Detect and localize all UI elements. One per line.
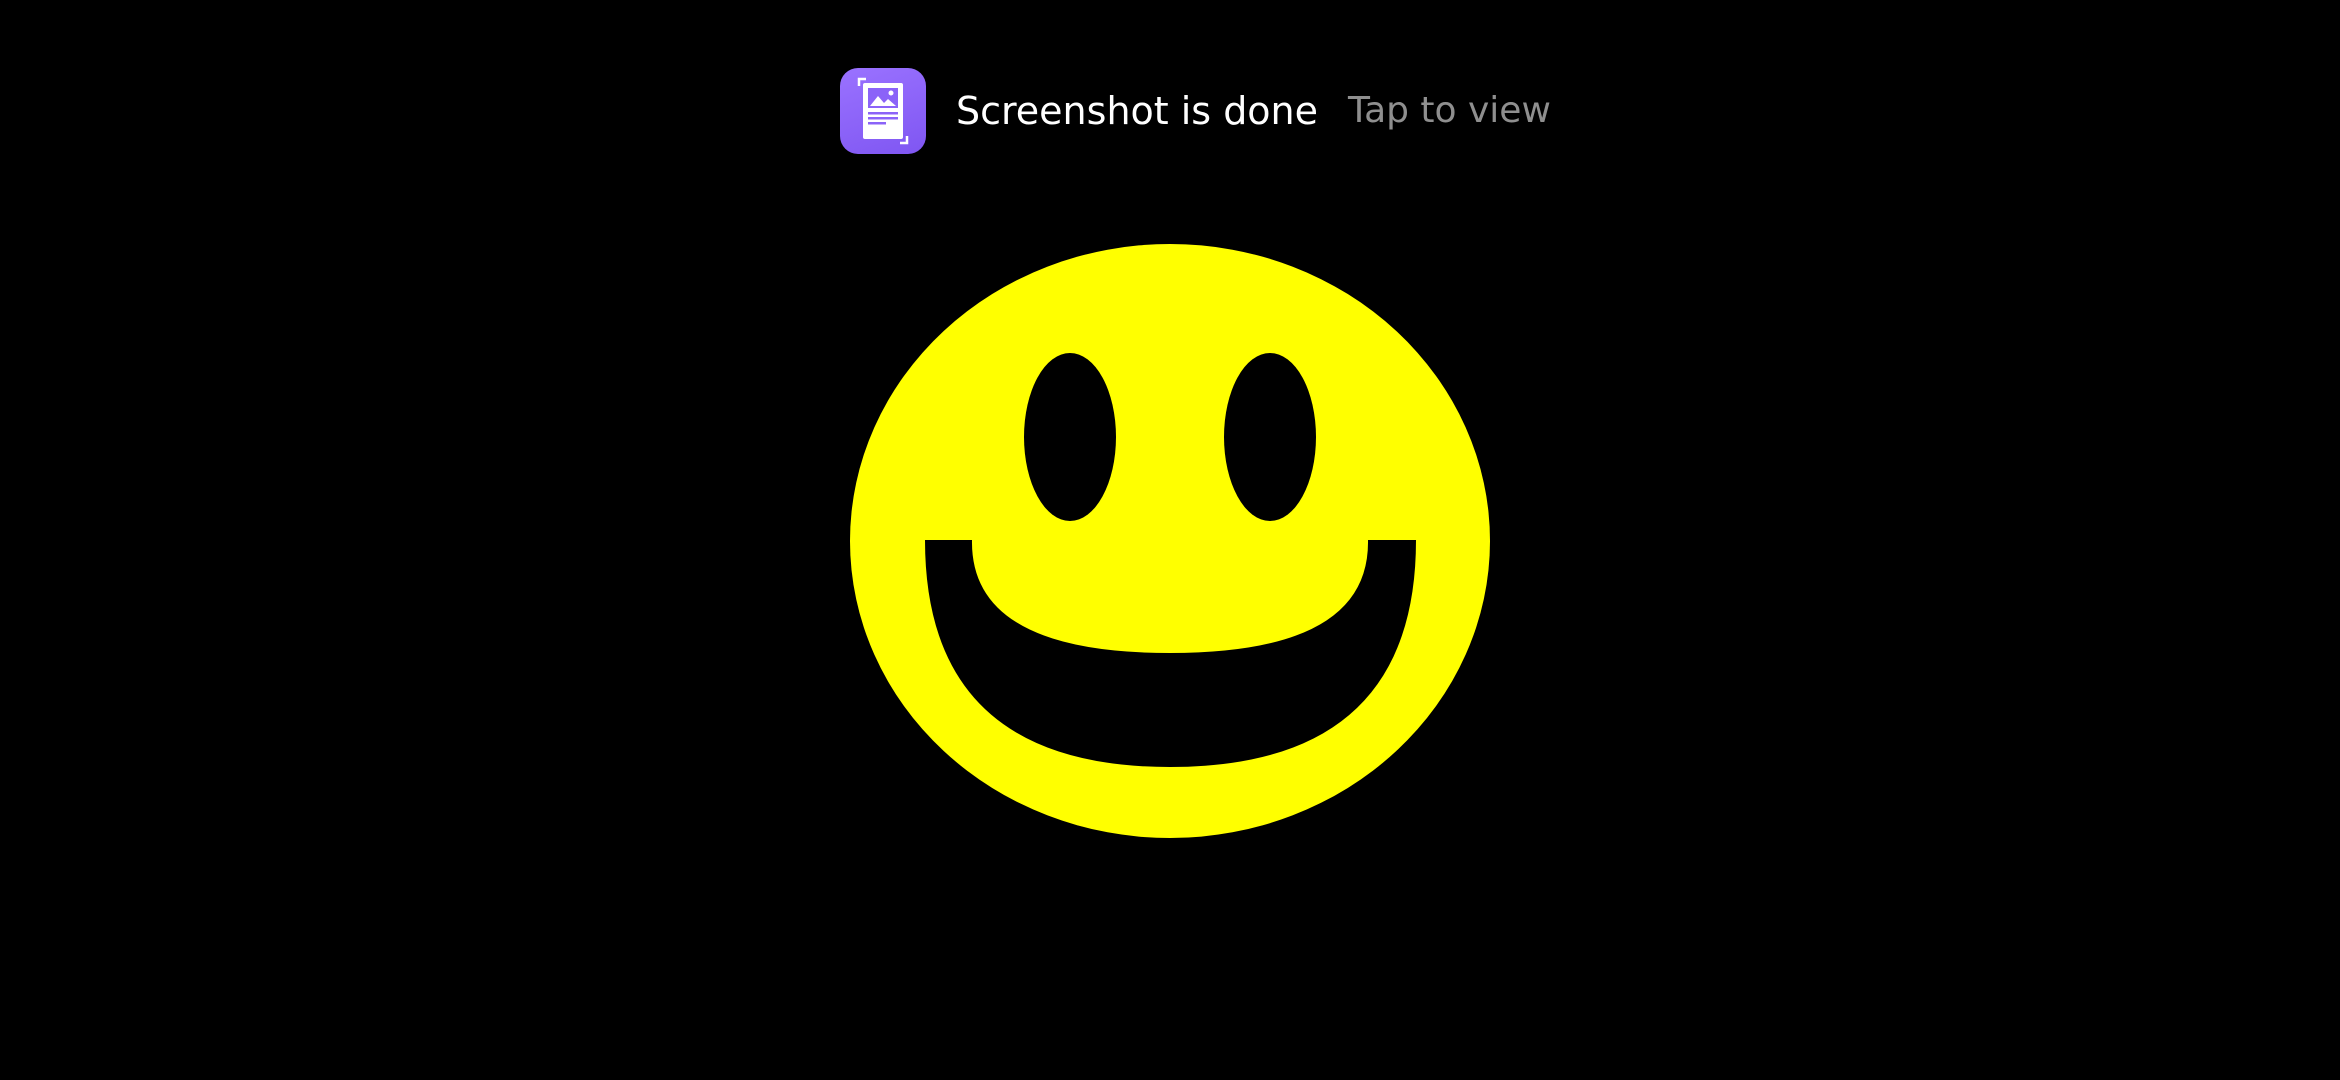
- screenshot-icon: [840, 68, 926, 154]
- tap-to-view-link[interactable]: Tap to view: [1348, 68, 1551, 154]
- screen: Screenshot is done Tap to view: [0, 0, 2340, 1080]
- smiley-face-icon: [850, 215, 1490, 840]
- screenshot-notification[interactable]: Screenshot is done Tap to view: [840, 68, 1551, 154]
- notification-title: Screenshot is done: [956, 89, 1319, 133]
